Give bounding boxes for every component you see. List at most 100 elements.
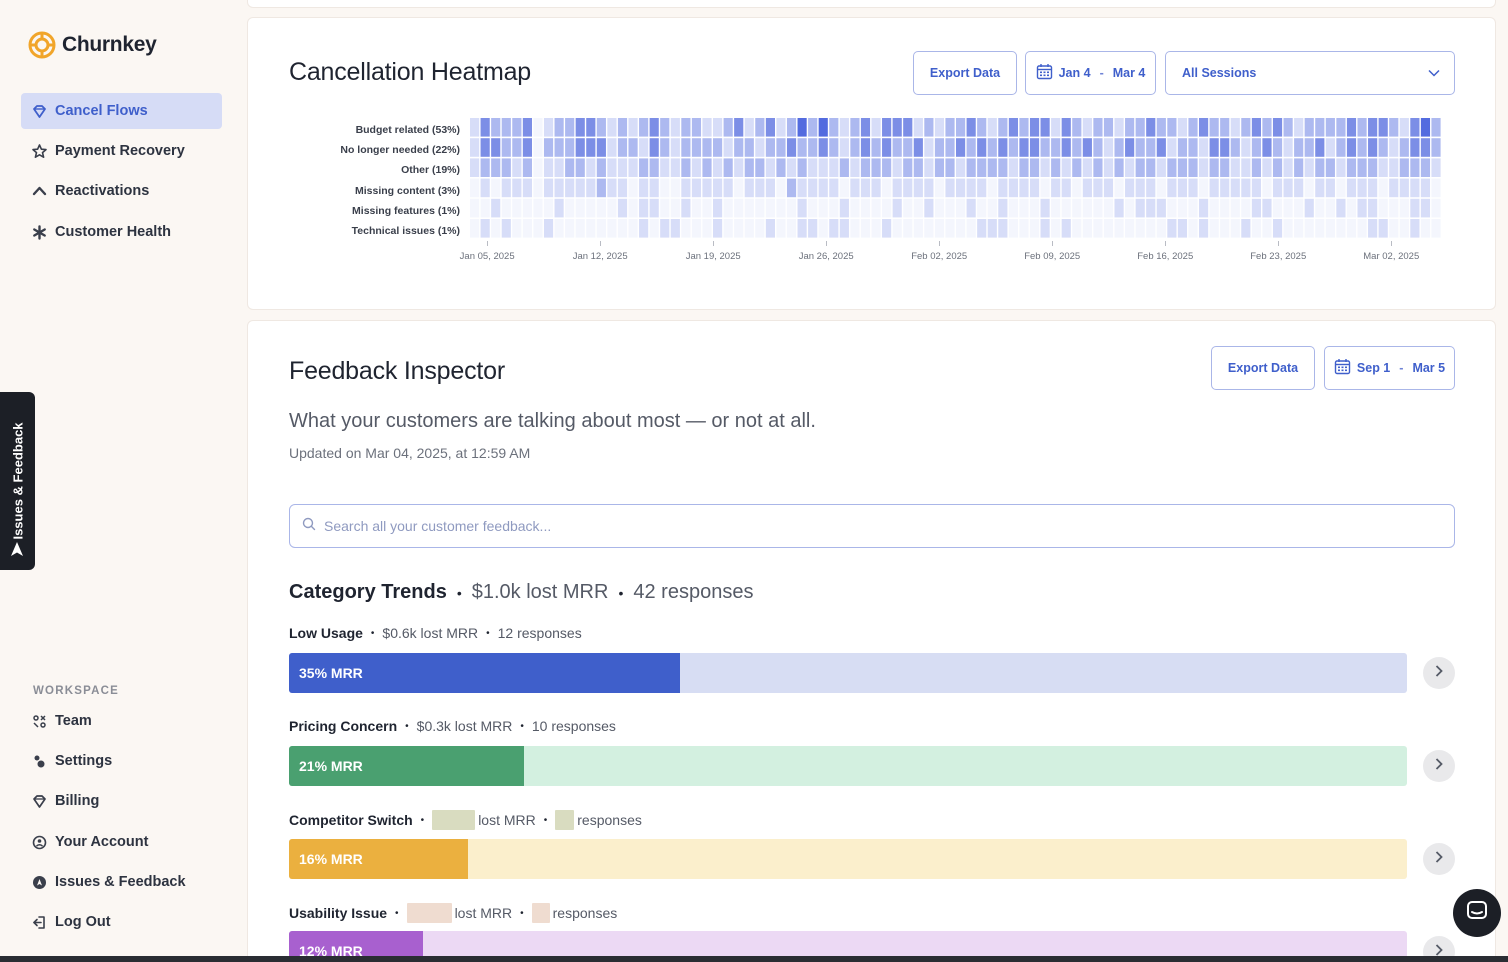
heatmap-cell[interactable] <box>1399 178 1409 198</box>
heatmap-cell[interactable] <box>998 138 1008 157</box>
heatmap-cell[interactable] <box>522 198 532 218</box>
heatmap-cell[interactable] <box>765 198 775 218</box>
heatmap-cell[interactable] <box>1230 158 1240 177</box>
heatmap-cell[interactable] <box>723 138 733 157</box>
heatmap-cell[interactable] <box>755 138 765 157</box>
heatmap-cell[interactable] <box>1177 118 1188 137</box>
heatmap-cell[interactable] <box>1346 178 1357 198</box>
heatmap-cell[interactable] <box>1294 219 1304 238</box>
heatmap-cell[interactable] <box>1156 118 1166 137</box>
heatmap-cell[interactable] <box>713 219 723 238</box>
heatmap-cell[interactable] <box>1188 178 1198 198</box>
heatmap-cell[interactable] <box>1410 219 1420 238</box>
heatmap-cell[interactable] <box>966 178 976 198</box>
heatmap-cell[interactable] <box>596 219 606 238</box>
heatmap-cell[interactable] <box>713 198 723 218</box>
heatmap-cell[interactable] <box>1199 198 1209 218</box>
category-bar-competitor-switch[interactable]: 16% MRR <box>289 839 1407 879</box>
heatmap-cell[interactable] <box>1146 198 1156 218</box>
heatmap-cell[interactable] <box>543 118 554 137</box>
heatmap-cell[interactable] <box>543 198 554 218</box>
heatmap-cell[interactable] <box>1072 198 1082 218</box>
heatmap-cell[interactable] <box>1220 138 1230 157</box>
heatmap-cell[interactable] <box>1177 138 1188 157</box>
heatmap-cell[interactable] <box>871 178 881 198</box>
heatmap-cell[interactable] <box>586 118 596 137</box>
heatmap-cell[interactable] <box>681 118 691 137</box>
heatmap-cell[interactable] <box>860 178 871 198</box>
heatmap-cell[interactable] <box>607 198 617 218</box>
heatmap-cell[interactable] <box>522 118 532 137</box>
heatmap-cell[interactable] <box>660 138 670 157</box>
heatmap-cell[interactable] <box>1093 198 1103 218</box>
heatmap-cell[interactable] <box>1378 219 1388 238</box>
heatmap-cell[interactable] <box>543 219 554 238</box>
heatmap-cell[interactable] <box>956 219 966 238</box>
heatmap-cell[interactable] <box>818 198 828 218</box>
heatmap-cell[interactable] <box>1368 158 1378 177</box>
heatmap-cell[interactable] <box>1188 198 1198 218</box>
heatmap-cell[interactable] <box>480 118 490 137</box>
heatmap-cell[interactable] <box>734 178 744 198</box>
heatmap-cell[interactable] <box>702 138 712 157</box>
heatmap-cell[interactable] <box>1304 178 1314 198</box>
sidebar-item-billing[interactable]: Billing <box>21 783 222 819</box>
heatmap-cell[interactable] <box>596 158 606 177</box>
heatmap-cell[interactable] <box>1283 138 1293 157</box>
heatmap-cell[interactable] <box>639 198 649 218</box>
heatmap-cell[interactable] <box>607 138 617 157</box>
heatmap-cell[interactable] <box>808 158 818 177</box>
heatmap-cell[interactable] <box>628 118 638 137</box>
heatmap-cell[interactable] <box>1368 219 1378 238</box>
heatmap-cell[interactable] <box>1272 219 1283 238</box>
heatmap-cell[interactable] <box>1220 198 1230 218</box>
heatmap-cell[interactable] <box>1093 178 1103 198</box>
heatmap-cell[interactable] <box>1156 198 1166 218</box>
heatmap-cell[interactable] <box>882 198 892 218</box>
heatmap-cell[interactable] <box>1209 138 1219 157</box>
heatmap-cell[interactable] <box>1399 118 1409 137</box>
heatmap-cell[interactable] <box>956 158 966 177</box>
heatmap-cell[interactable] <box>1420 178 1431 198</box>
heatmap-cell[interactable] <box>786 219 797 238</box>
heatmap-cell[interactable] <box>1051 198 1061 218</box>
heatmap-cell[interactable] <box>998 118 1008 137</box>
heatmap-cell[interactable] <box>1125 138 1135 157</box>
heatmap-cell[interactable] <box>1125 178 1135 198</box>
heatmap-cell[interactable] <box>1368 118 1378 137</box>
heatmap-cell[interactable] <box>681 198 691 218</box>
heatmap-cell[interactable] <box>1125 198 1135 218</box>
sidebar-item-your-account[interactable]: Your Account <box>21 824 222 860</box>
heatmap-cell[interactable] <box>871 138 881 157</box>
heatmap-cell[interactable] <box>850 219 860 238</box>
heatmap-cell[interactable] <box>702 178 712 198</box>
heatmap-cell[interactable] <box>1431 219 1441 238</box>
heatmap-cell[interactable] <box>512 118 522 137</box>
heatmap-cell[interactable] <box>1251 118 1261 137</box>
heatmap-cell[interactable] <box>480 219 490 238</box>
heatmap-cell[interactable] <box>1061 138 1071 157</box>
heatmap-cell[interactable] <box>850 158 860 177</box>
heatmap-cell[interactable] <box>808 138 818 157</box>
heatmap-cell[interactable] <box>1325 138 1335 157</box>
heatmap-cell[interactable] <box>1135 138 1145 157</box>
heatmap-cell[interactable] <box>1272 118 1283 137</box>
heatmap-cell[interactable] <box>1262 178 1272 198</box>
heatmap-cell[interactable] <box>903 118 913 137</box>
heatmap-cell[interactable] <box>818 219 828 238</box>
heatmap-cell[interactable] <box>1114 118 1124 137</box>
heatmap-cell[interactable] <box>776 138 786 157</box>
heatmap-cell[interactable] <box>1146 219 1156 238</box>
heatmap-cell[interactable] <box>1431 198 1441 218</box>
heatmap-cell[interactable] <box>1389 158 1399 177</box>
heatmap-cell[interactable] <box>1272 158 1283 177</box>
heatmap-cell[interactable] <box>797 219 807 238</box>
heatmap-cell[interactable] <box>491 118 501 137</box>
heatmap-cell[interactable] <box>1294 178 1304 198</box>
heatmap-cell[interactable] <box>575 158 585 177</box>
heatmap-cell[interactable] <box>1156 138 1166 157</box>
heatmap-cell[interactable] <box>596 178 606 198</box>
heatmap-cell[interactable] <box>1177 219 1188 238</box>
heatmap-cell[interactable] <box>839 198 849 218</box>
heatmap-cell[interactable] <box>1029 118 1040 137</box>
